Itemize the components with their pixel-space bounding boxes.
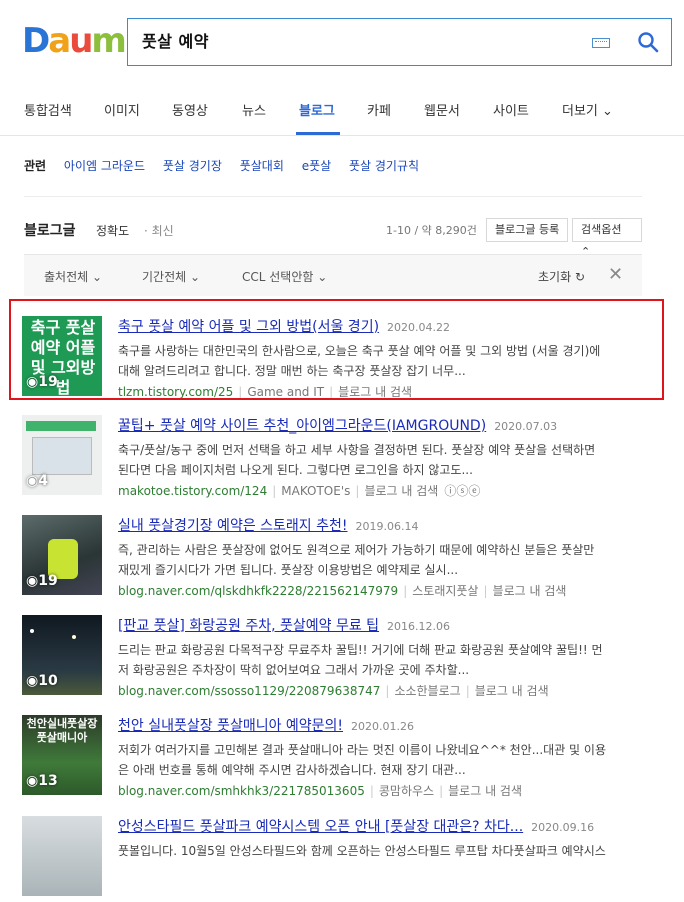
result-url[interactable]: blog.naver.com/qlskdhkfk2228/22156214797… xyxy=(118,584,398,598)
result-date: 2020.01.26 xyxy=(351,720,415,733)
tab-all[interactable]: 통합검색 xyxy=(24,100,72,119)
related-searches: 관련 아이엠 그라운드 풋살 경기장 풋살대회 e풋살 풋살 경기규칙 xyxy=(24,157,433,174)
daum-logo[interactable]: Daum xyxy=(22,24,127,58)
result-description: 풋볼입니다. 10월5일 안성스타필드와 함께 오픈하는 안성스타필드 루프탑 … xyxy=(118,844,606,858)
photo-count-badge: ◉10 xyxy=(26,673,58,689)
result-item: ◉10 [판교 풋살] 화랑공원 주차, 풋살예약 무료 팁 2016.12.06… xyxy=(22,615,652,701)
result-description: 축구/풋살/농구 중에 먼저 선택을 하고 세부 사항을 결정하면 된다. 풋살… xyxy=(118,443,596,457)
result-date: 2020.09.16 xyxy=(531,821,595,834)
photo-count-badge: ◉19 xyxy=(26,573,58,589)
header: Daum 풋살 예약 xyxy=(0,0,684,84)
result-source: makotoe.tistory.com/124 | MAKOTOE's | 블로그 내 … xyxy=(118,484,481,498)
related-title: 관련 xyxy=(24,159,47,173)
result-date: 2019.06.14 xyxy=(355,520,419,533)
result-author[interactable]: MAKOTOE's xyxy=(281,484,350,498)
blog-search-link[interactable]: 블로그 내 검색 xyxy=(475,684,549,698)
result-count: 1-10 / 약 8,290건 xyxy=(386,224,477,237)
result-title[interactable]: 실내 풋살경기장 예약은 스토래지 추천! 2019.06.14 xyxy=(118,515,418,535)
result-source: blog.naver.com/smhkhk3/221785013605 | 콩맘하우… xyxy=(118,784,523,798)
camera-icon: ◉ xyxy=(26,573,39,589)
register-blog-button[interactable]: 블로그글 등록 xyxy=(486,218,569,242)
chevron-down-icon: ⌄ xyxy=(602,104,613,119)
keyboard-icon[interactable] xyxy=(592,38,610,48)
result-thumbnail[interactable]: ◉10 xyxy=(22,615,102,695)
result-description: 은 아래 번호를 통해 예약해 주시면 감사하겠습니다. 현재 장기 대관... xyxy=(118,763,466,777)
tab-news[interactable]: 뉴스 xyxy=(242,100,266,119)
result-title[interactable]: 꿀팁+ 풋살 예약 사이트 추천_아이엠그라운드(IAMGROUND) 2020.… xyxy=(118,415,557,435)
result-description: 된다면 다음 페이지처럼 나오게 된다. 그렇다면 로그인을 하지 않고도... xyxy=(118,463,473,477)
search-box[interactable]: 풋살 예약 xyxy=(127,18,672,66)
tab-more[interactable]: 더보기 ⌄ xyxy=(562,100,613,119)
thumbnail-text: 천안실내풋살장 풋살매니아 xyxy=(26,717,98,744)
result-author[interactable]: 소소한블로그 xyxy=(394,684,460,698)
tab-image[interactable]: 이미지 xyxy=(104,100,140,119)
sort-accuracy[interactable]: 정확도 xyxy=(96,222,129,239)
result-description: 즉, 관리하는 사람은 풋살장에 없어도 원격으로 제어가 가능하기 때문에 예… xyxy=(118,543,595,557)
filter-ccl[interactable]: CCL 선택안함 ⌄ xyxy=(242,268,327,285)
search-input[interactable]: 풋살 예약 xyxy=(142,19,209,65)
result-description: 드리는 판교 화랑공원 다목적구장 무료주차 꿀팁!! 거기에 더해 판교 화랑… xyxy=(118,643,603,657)
search-options-button[interactable]: 검색옵션 ⌃ xyxy=(572,218,642,258)
section-title: 블로그글 xyxy=(24,223,76,239)
blog-search-link[interactable]: 블로그 내 검색 xyxy=(493,584,567,598)
tab-blog[interactable]: 블로그 xyxy=(299,100,335,119)
camera-icon: ◉ xyxy=(26,773,39,789)
result-author[interactable]: 콩맘하우스 xyxy=(379,784,434,798)
related-link[interactable]: 풋살 경기규칙 xyxy=(349,159,419,173)
result-url[interactable]: blog.naver.com/smhkhk3/221785013605 xyxy=(118,784,365,798)
result-source: blog.naver.com/qlskdhkfk2228/22156214797… xyxy=(118,584,567,598)
result-description: 저 화랑공원은 주차장이 딱히 없어보여요 그래서 가까운 곳에 주차할... xyxy=(118,663,470,677)
result-thumbnail[interactable] xyxy=(22,816,102,896)
blog-search-link[interactable]: 블로그 내 검색 xyxy=(448,784,522,798)
result-thumbnail[interactable]: ◉4 xyxy=(22,415,102,495)
result-item: 천안실내풋살장 풋살매니아 ◉13 천안 실내풋살장 풋살매니아 예약문의! 20… xyxy=(22,715,652,801)
filter-source[interactable]: 출처전체 ⌄ xyxy=(44,268,102,285)
reset-button[interactable]: 초기화 ↻ xyxy=(538,268,585,285)
refresh-icon: ↻ xyxy=(574,270,586,284)
chevron-down-icon: ⌄ xyxy=(317,270,328,284)
blog-header: 블로그글 정확도 · 최신 1-10 / 약 8,290건 블로그글 등록 검색… xyxy=(24,218,642,258)
divider xyxy=(24,196,642,197)
result-description: 재밌게 즐기시다가 가면 됩니다. 풋살장 이용방법은 예약제로 실시... xyxy=(118,563,459,577)
active-tab-underline xyxy=(296,132,340,135)
result-title[interactable]: 안성스타필드 풋살파크 예약시스템 오픈 안내 [풋살장 대관은? 차다... 2… xyxy=(118,816,594,836)
camera-icon: ◉ xyxy=(26,473,39,489)
photo-count-badge: ◉13 xyxy=(26,773,58,789)
filter-bar: 출처전체 ⌄ 기간전체 ⌄ CCL 선택안함 ⌄ 초기화 ↻ ✕ xyxy=(24,254,642,296)
photo-count-badge: ◉4 xyxy=(26,473,48,489)
related-link[interactable]: 아이엠 그라운드 xyxy=(64,159,145,173)
related-link[interactable]: e풋살 xyxy=(302,159,331,173)
search-icon[interactable] xyxy=(637,31,659,53)
tab-video[interactable]: 동영상 xyxy=(172,100,208,119)
result-author[interactable]: 스토래지풋살 xyxy=(412,584,478,598)
chevron-down-icon: ⌄ xyxy=(92,270,103,284)
result-url[interactable]: makotoe.tistory.com/124 xyxy=(118,484,267,498)
chevron-down-icon: ⌄ xyxy=(190,270,201,284)
tab-web[interactable]: 웹문서 xyxy=(424,100,460,119)
result-item: ◉19 실내 풋살경기장 예약은 스토래지 추천! 2019.06.14 즉, 관… xyxy=(22,515,652,601)
result-date: 2016.12.06 xyxy=(387,620,451,633)
result-url[interactable]: blog.naver.com/ssosso1129/220879638747 xyxy=(118,684,380,698)
highlight-box xyxy=(9,299,664,400)
related-link[interactable]: 풋살 경기장 xyxy=(163,159,222,173)
result-thumbnail[interactable]: ◉19 xyxy=(22,515,102,595)
result-title[interactable]: [판교 풋살] 화랑공원 주차, 풋살예약 무료 팁 2016.12.06 xyxy=(118,615,450,635)
related-link[interactable]: 풋살대회 xyxy=(240,159,284,173)
blog-search-link[interactable]: 블로그 내 검색 xyxy=(364,484,438,498)
close-icon[interactable]: ✕ xyxy=(608,264,623,285)
result-title[interactable]: 천안 실내풋살장 풋살매니아 예약문의! 2020.01.26 xyxy=(118,715,414,735)
result-date: 2020.07.03 xyxy=(494,420,558,433)
main-nav: 통합검색 이미지 동영상 뉴스 블로그 카페 웹문서 사이트 더보기 ⌄ xyxy=(0,84,684,136)
result-thumbnail[interactable]: 천안실내풋살장 풋살매니아 ◉13 xyxy=(22,715,102,795)
result-item: 안성스타필드 풋살파크 예약시스템 오픈 안내 [풋살장 대관은? 차다... 2… xyxy=(22,816,652,902)
result-description: 저회가 여러가지를 고민해본 결과 풋살매니아 라는 멋진 이름이 나왔네요^^… xyxy=(118,743,606,757)
result-source: blog.naver.com/ssosso1129/220879638747 | 소… xyxy=(118,684,549,698)
ccl-icon: ⓘⓢⓔ xyxy=(444,484,481,498)
sort-recent[interactable]: · 최신 xyxy=(144,222,174,239)
camera-icon: ◉ xyxy=(26,673,39,689)
result-item: ◉4 꿀팁+ 풋살 예약 사이트 추천_아이엠그라운드(IAMGROUND) 20… xyxy=(22,415,652,501)
tab-cafe[interactable]: 카페 xyxy=(367,100,391,119)
tab-site[interactable]: 사이트 xyxy=(493,100,529,119)
filter-period[interactable]: 기간전체 ⌄ xyxy=(142,268,200,285)
